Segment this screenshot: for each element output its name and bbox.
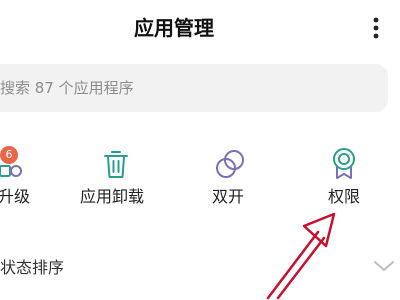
dual-app-button[interactable]: 双开: [206, 146, 254, 216]
sort-dropdown[interactable]: 状态排序: [0, 244, 400, 292]
medal-icon: [333, 148, 355, 179]
search-input[interactable]: 搜索 87 个应用程序: [0, 64, 388, 112]
uninstall-button[interactable]: 应用卸载: [78, 146, 154, 216]
header: 应用管理: [0, 0, 400, 58]
search-placeholder: 搜索 87 个应用程序: [0, 79, 134, 97]
sort-label: 状态排序: [0, 258, 65, 277]
permissions-label: 权限: [328, 187, 361, 206]
dual-app-label: 双开: [212, 187, 245, 206]
chevron-down-icon: [374, 261, 394, 271]
page-title: 应用管理: [134, 16, 214, 40]
trash-icon: [104, 151, 128, 178]
dual-circles-icon: [216, 150, 244, 178]
upgrade-button[interactable]: 6 升级: [0, 146, 52, 216]
app-management-screen: 应用管理 搜索 87 个应用程序 6 升级 应用卸载 双开 权限 状态排序: [0, 0, 400, 300]
upgrade-count-badge: 6: [0, 146, 18, 164]
uninstall-label: 应用卸载: [80, 187, 145, 206]
permissions-button[interactable]: 权限: [322, 146, 370, 216]
more-vertical-icon[interactable]: [366, 16, 386, 42]
upgrade-label: 升级: [0, 187, 31, 206]
